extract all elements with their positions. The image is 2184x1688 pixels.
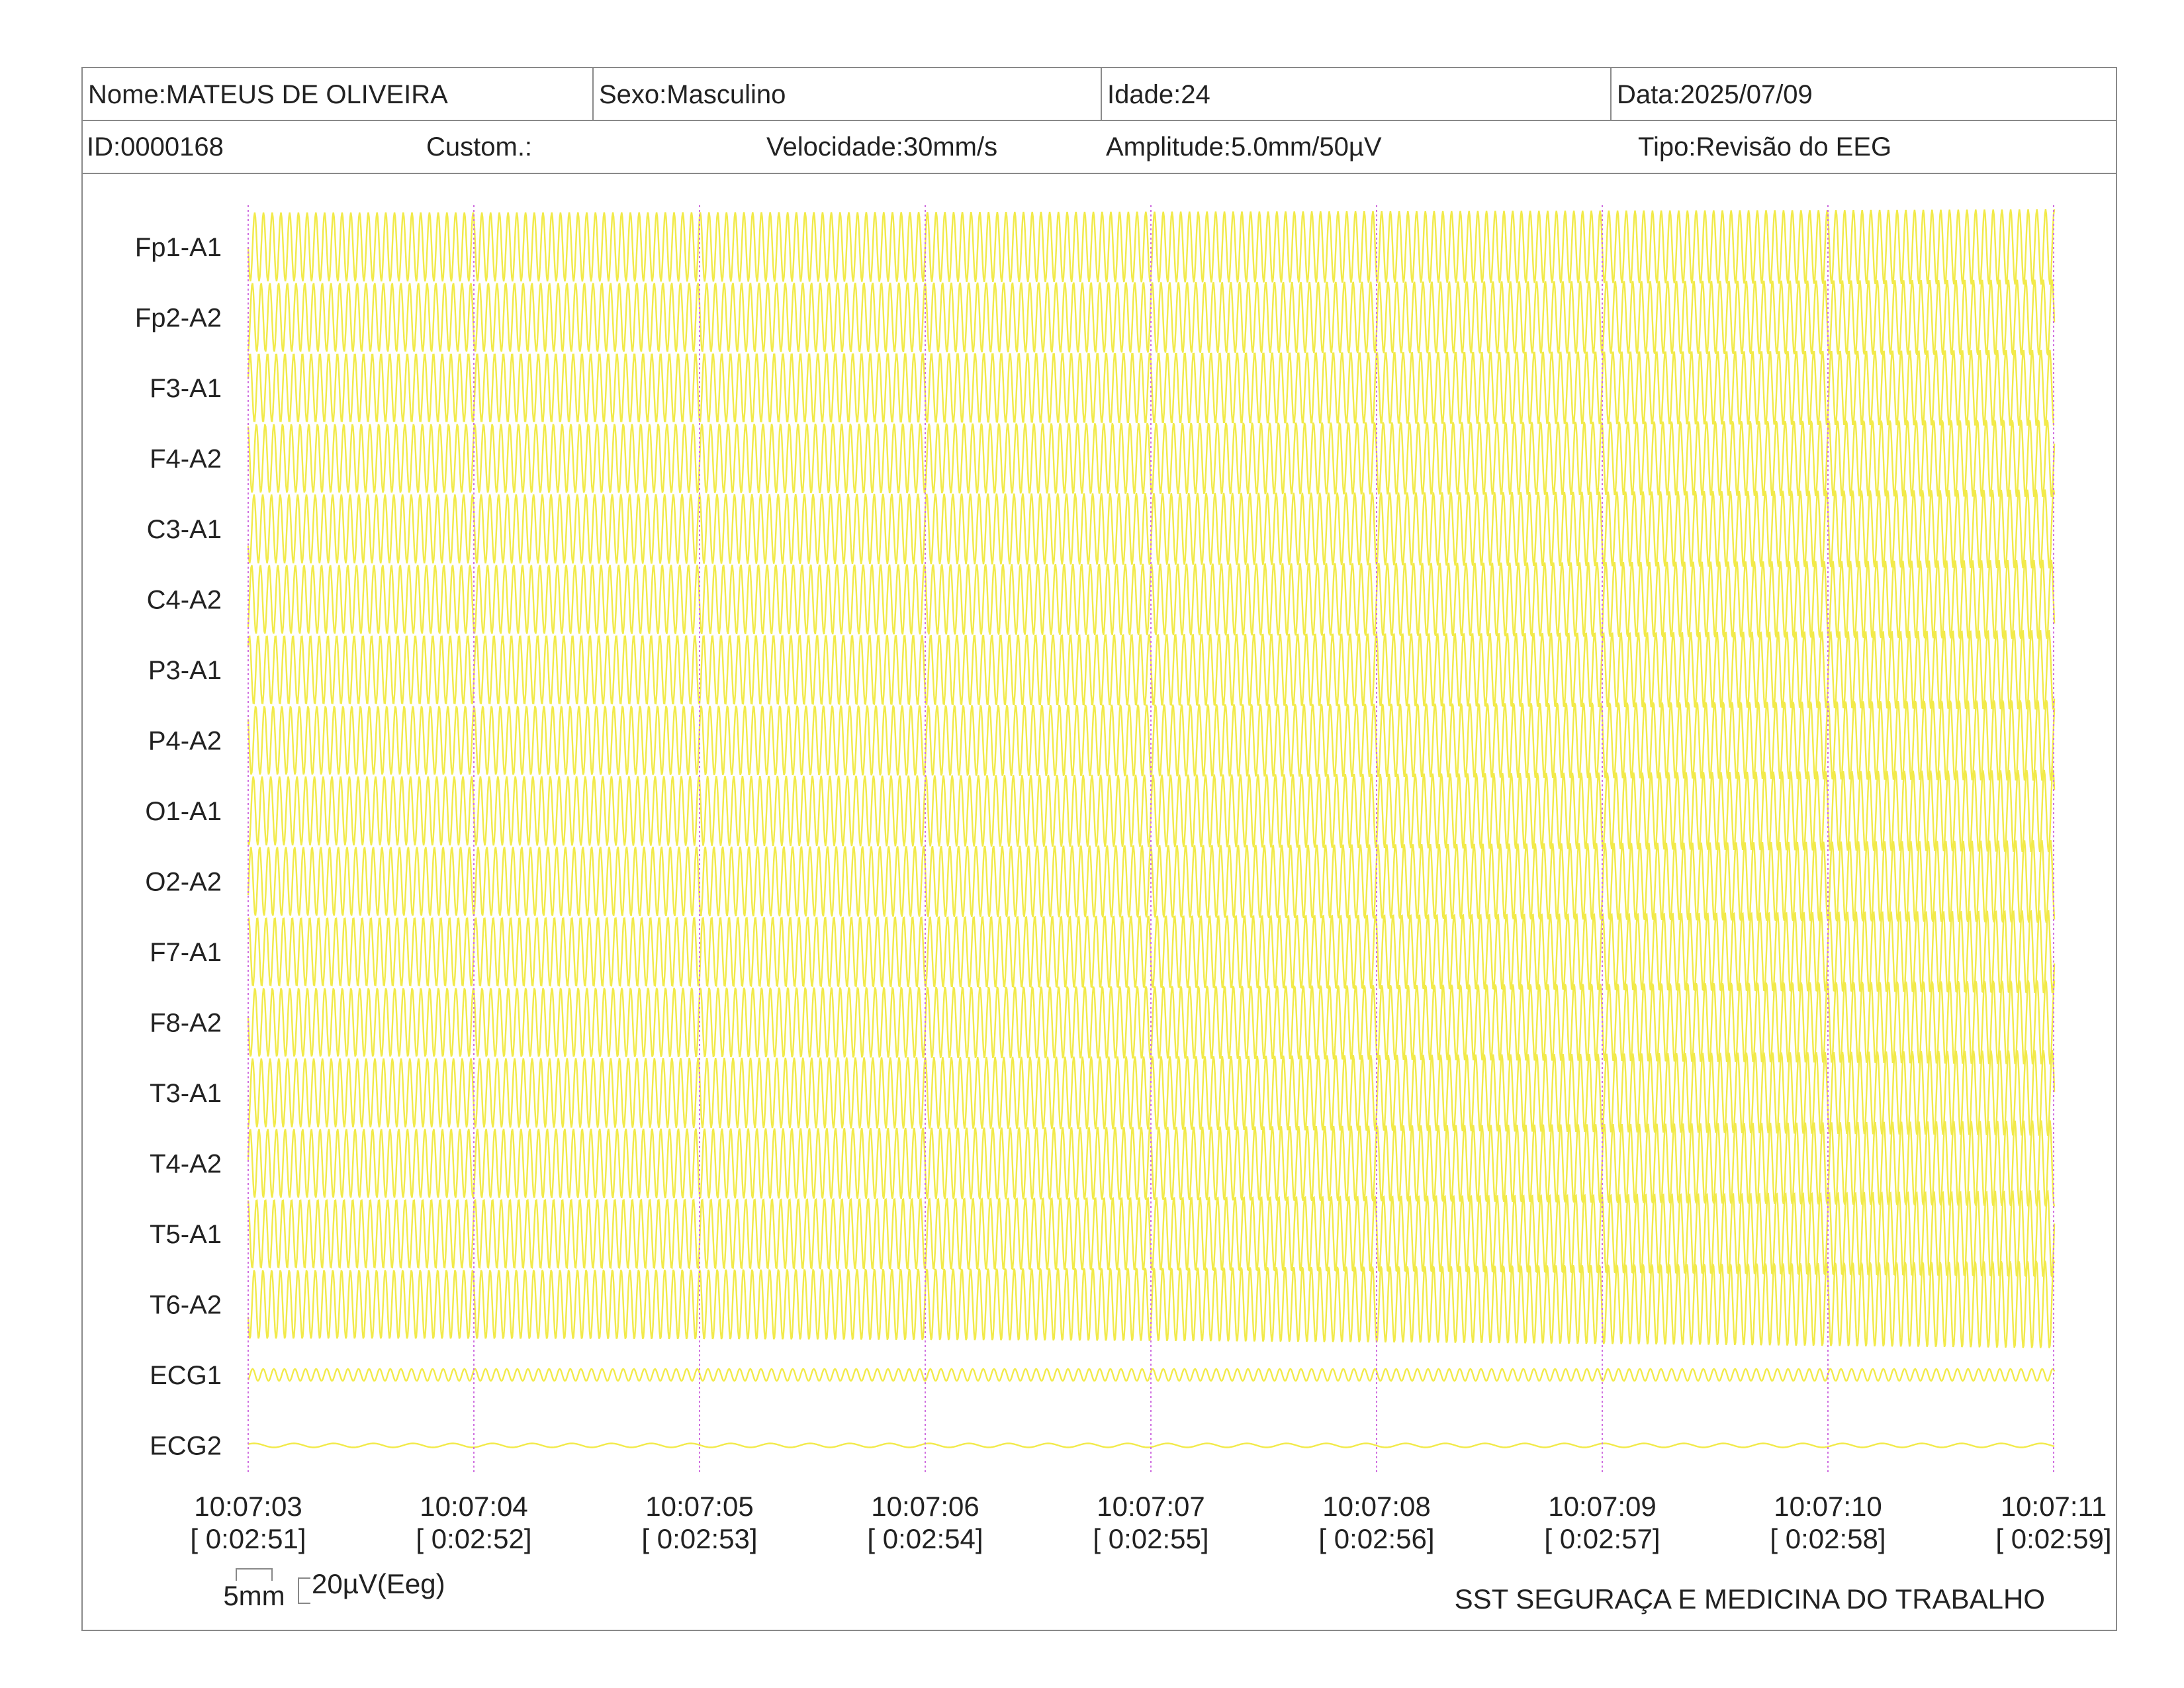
channel-label-c3-a1: C3-A1 bbox=[147, 515, 222, 544]
channel-label-o2-a2: O2-A2 bbox=[145, 868, 222, 897]
channel-label-o1-a1: O1-A1 bbox=[145, 797, 222, 826]
company-name: SST SEGURAÇA E MEDICINA DO TRABALHO bbox=[1455, 1583, 2045, 1615]
channel-label-f4-a2: F4-A2 bbox=[150, 445, 222, 474]
trace-f4-a2 bbox=[247, 419, 2056, 498]
time-axis: 10:07:03[ 0:02:51] 10:07:04[ 0:02:52] 10:0… bbox=[190, 1491, 2111, 1554]
channel-label-f8-a2: F8-A2 bbox=[150, 1009, 222, 1038]
tick-elapsed-label: [ 0:02:56] bbox=[1318, 1523, 1434, 1554]
tick-time-label: 10:07:03 bbox=[194, 1491, 302, 1522]
tick-time-label: 10:07:04 bbox=[420, 1491, 528, 1522]
channel-label-p4-a2: P4-A2 bbox=[148, 727, 222, 756]
channel-label-f7-a1: F7-A1 bbox=[150, 938, 222, 967]
tick-elapsed-label: [ 0:02:53] bbox=[641, 1523, 757, 1554]
channel-label-f3-a1: F3-A1 bbox=[150, 374, 222, 403]
tick-time-label: 10:07:08 bbox=[1322, 1491, 1431, 1522]
channel-label-fp1-a1: Fp1-A1 bbox=[135, 233, 222, 262]
eeg-traces bbox=[247, 209, 2056, 1448]
tick-elapsed-label: [ 0:02:55] bbox=[1093, 1523, 1208, 1554]
tick-elapsed-label: [ 0:02:58] bbox=[1770, 1523, 1886, 1554]
channel-label-t3-a1: T3-A1 bbox=[150, 1079, 222, 1108]
channel-label-p3-a1: P3-A1 bbox=[148, 656, 222, 685]
time-scale-label: 5mm bbox=[223, 1580, 285, 1611]
tick-time-label: 10:07:11 bbox=[2001, 1491, 2107, 1522]
trace-o1-a1 bbox=[247, 769, 2056, 853]
amp-scale-bracket bbox=[298, 1577, 310, 1604]
time-scale-bracket bbox=[236, 1568, 273, 1581]
tick-time-label: 10:07:05 bbox=[645, 1491, 754, 1522]
tick-time-label: 10:07:09 bbox=[1548, 1491, 1657, 1522]
trace-c3-a1 bbox=[247, 489, 2056, 569]
tick-elapsed-label: [ 0:02:57] bbox=[1544, 1523, 1660, 1554]
amp-scale-label: 20µV(Eeg) bbox=[312, 1568, 445, 1599]
tick-elapsed-label: [ 0:02:51] bbox=[190, 1523, 306, 1554]
tick-elapsed-label: [ 0:02:52] bbox=[416, 1523, 531, 1554]
tick-time-label: 10:07:10 bbox=[1774, 1491, 1882, 1522]
channel-label-fp2-a2: Fp2-A2 bbox=[135, 304, 222, 333]
channel-label-c4-a2: C4-A2 bbox=[147, 586, 222, 615]
tick-elapsed-label: [ 0:02:59] bbox=[1995, 1523, 2111, 1554]
channel-label-t5-a1: T5-A1 bbox=[150, 1220, 222, 1249]
eeg-chart: Fp1-A1 Fp2-A2 F3-A1 F4-A2 C3-A1 C4-A2 P3-A1 P4-… bbox=[135, 205, 2112, 1615]
tick-elapsed-label: [ 0:02:54] bbox=[867, 1523, 983, 1554]
channel-label-t6-a2: T6-A2 bbox=[150, 1291, 222, 1320]
channel-label-ecg1: ECG1 bbox=[150, 1361, 222, 1390]
channel-label-t4-a2: T4-A2 bbox=[150, 1150, 222, 1179]
tick-time-label: 10:07:07 bbox=[1097, 1491, 1205, 1522]
channel-label-ecg2: ECG2 bbox=[150, 1432, 222, 1461]
channel-labels: Fp1-A1 Fp2-A2 F3-A1 F4-A2 C3-A1 C4-A2 P3-A1 P4-… bbox=[135, 233, 222, 1461]
scale-bar: 5mm 20µV(Eeg) bbox=[223, 1568, 445, 1611]
tick-time-label: 10:07:06 bbox=[871, 1491, 979, 1522]
